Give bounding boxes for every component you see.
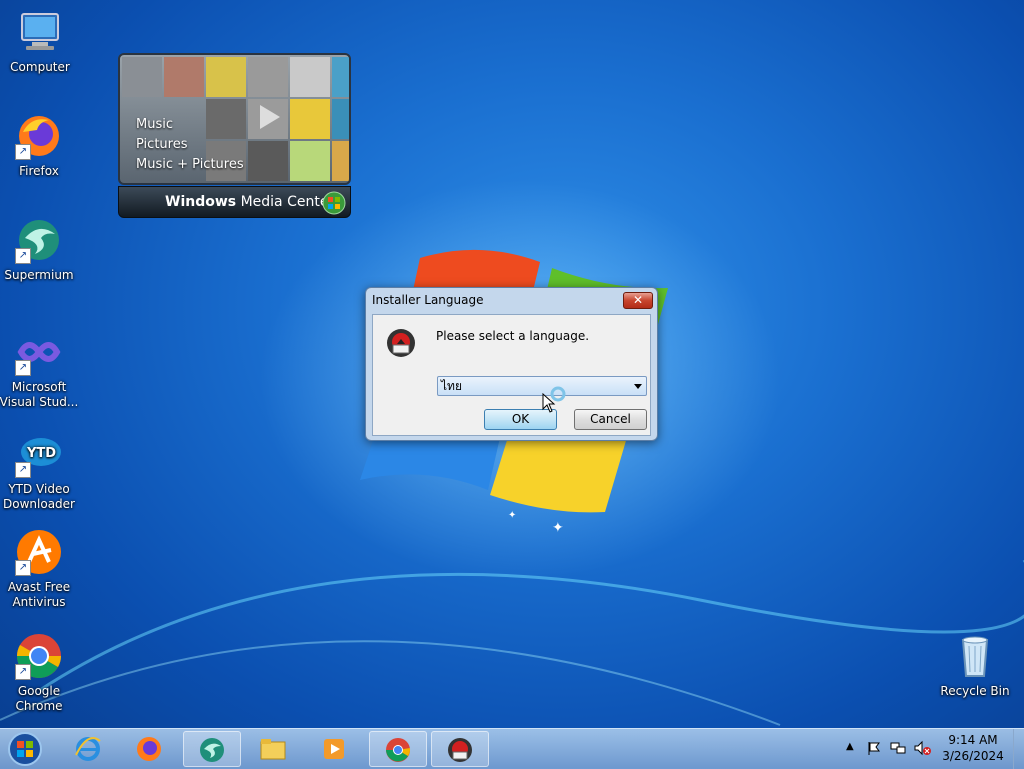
taskbar-supermium[interactable]	[183, 731, 241, 767]
desktop-icon-label: Recycle Bin	[940, 684, 1010, 698]
desktop-icon-ytd[interactable]: YTD ↗ YTD Video Downloader	[0, 430, 79, 512]
desktop-icon-label: Firefox	[19, 164, 59, 178]
desktop-icon-visual-studio[interactable]: ↗ Microsoft Visual Stud...	[0, 328, 79, 410]
chrome-icon: ↗	[15, 632, 63, 680]
desktop-icon-computer[interactable]: Computer	[0, 8, 80, 75]
play-icon	[260, 105, 280, 129]
ytd-icon: YTD ↗	[15, 430, 63, 478]
desktop-icon-chrome[interactable]: ↗ Google Chrome	[0, 632, 79, 714]
computer-icon	[16, 8, 64, 56]
dialog-close-button[interactable]: ✕	[623, 292, 653, 309]
supermium-icon	[200, 738, 224, 762]
desktop-icon-label: Google Chrome	[15, 684, 63, 713]
svg-text:✦: ✦	[508, 510, 516, 521]
network-icon[interactable]	[890, 740, 906, 756]
desktop-icon-avast[interactable]: ↗ Avast Free Antivirus	[0, 528, 79, 610]
busy-spinner-icon	[550, 386, 566, 402]
taskbar: ▲ 9:14 AM 3/26/2024	[0, 728, 1024, 769]
folder-icon	[260, 739, 286, 760]
media-center-tiles[interactable]: Music Pictures Music + Pictures	[118, 53, 351, 185]
media-center-bar[interactable]: Windows Media Center	[118, 186, 351, 218]
desktop-icon-label: Avast Free Antivirus	[7, 580, 71, 609]
svg-text:✦: ✦	[552, 520, 564, 536]
recycle-bin-icon	[951, 632, 999, 680]
installer-icon	[387, 329, 415, 357]
installer-icon	[448, 738, 472, 762]
desktop-icon-label: Supermium	[4, 268, 74, 282]
taskbar-chrome[interactable]	[369, 731, 427, 767]
shortcut-arrow-icon: ↗	[15, 248, 31, 264]
clock-time: 9:14 AM	[948, 733, 998, 747]
show-desktop-button[interactable]	[1013, 729, 1024, 769]
media-center-menu-pictures[interactable]: Pictures	[136, 135, 244, 155]
taskbar-file-explorer[interactable]	[245, 731, 303, 767]
taskbar-clock[interactable]: 9:14 AM 3/26/2024	[930, 732, 1016, 764]
taskbar-internet-explorer[interactable]	[60, 731, 118, 767]
shortcut-arrow-icon: ↗	[15, 560, 31, 576]
windows-orb-icon	[322, 191, 346, 215]
taskbar-media-player[interactable]	[306, 731, 364, 767]
taskbar-firefox[interactable]	[121, 731, 179, 767]
shortcut-arrow-icon: ↗	[15, 144, 31, 160]
installer-language-dialog[interactable]: Installer Language ✕ Please select a lan…	[365, 287, 658, 441]
dialog-title: Installer Language	[372, 293, 484, 307]
media-center-brand: Windows Media Center	[165, 194, 335, 210]
firefox-icon: ↗	[15, 112, 63, 160]
media-center-menu-music-pictures[interactable]: Music + Pictures	[136, 155, 244, 175]
visual-studio-icon: ↗	[15, 328, 63, 376]
taskbar-installer[interactable]	[431, 731, 489, 767]
desktop-icon-label: Computer	[10, 60, 70, 74]
shortcut-arrow-icon: ↗	[15, 360, 31, 376]
shortcut-arrow-icon: ↗	[15, 664, 31, 680]
supermium-icon: ↗	[15, 216, 63, 264]
internet-explorer-icon	[75, 737, 101, 761]
firefox-icon	[137, 737, 161, 761]
media-center-gadget[interactable]: Music Pictures Music + Pictures Windows …	[118, 53, 351, 218]
start-button[interactable]	[5, 730, 45, 768]
dialog-message: Please select a language.	[436, 329, 590, 343]
cancel-button[interactable]: Cancel	[574, 409, 647, 430]
action-center-flag-icon[interactable]	[866, 740, 882, 756]
media-player-icon	[324, 739, 344, 759]
show-hidden-icons-icon[interactable]: ▲	[846, 741, 854, 752]
desktop-icon-label: YTD Video Downloader	[3, 482, 75, 511]
desktop-icon-label: Microsoft Visual Stud...	[0, 380, 79, 409]
svg-text:YTD: YTD	[26, 446, 56, 461]
language-select-value: ไทย	[441, 379, 462, 393]
clock-date: 3/26/2024	[942, 749, 1004, 763]
desktop-icon-supermium[interactable]: ↗ Supermium	[0, 216, 79, 283]
media-center-menu: Music Pictures Music + Pictures	[136, 115, 244, 175]
desktop-icon-firefox[interactable]: ↗ Firefox	[0, 112, 79, 179]
shortcut-arrow-icon: ↗	[15, 462, 31, 478]
avast-icon: ↗	[15, 528, 63, 576]
media-center-menu-music[interactable]: Music	[136, 115, 244, 135]
chevron-down-icon[interactable]	[634, 384, 642, 389]
chrome-icon	[386, 738, 411, 762]
desktop-icon-recycle-bin[interactable]: Recycle Bin	[935, 632, 1015, 699]
close-icon: ✕	[632, 293, 644, 307]
dialog-body: Please select a language. ไทย OK Cancel	[372, 314, 651, 436]
